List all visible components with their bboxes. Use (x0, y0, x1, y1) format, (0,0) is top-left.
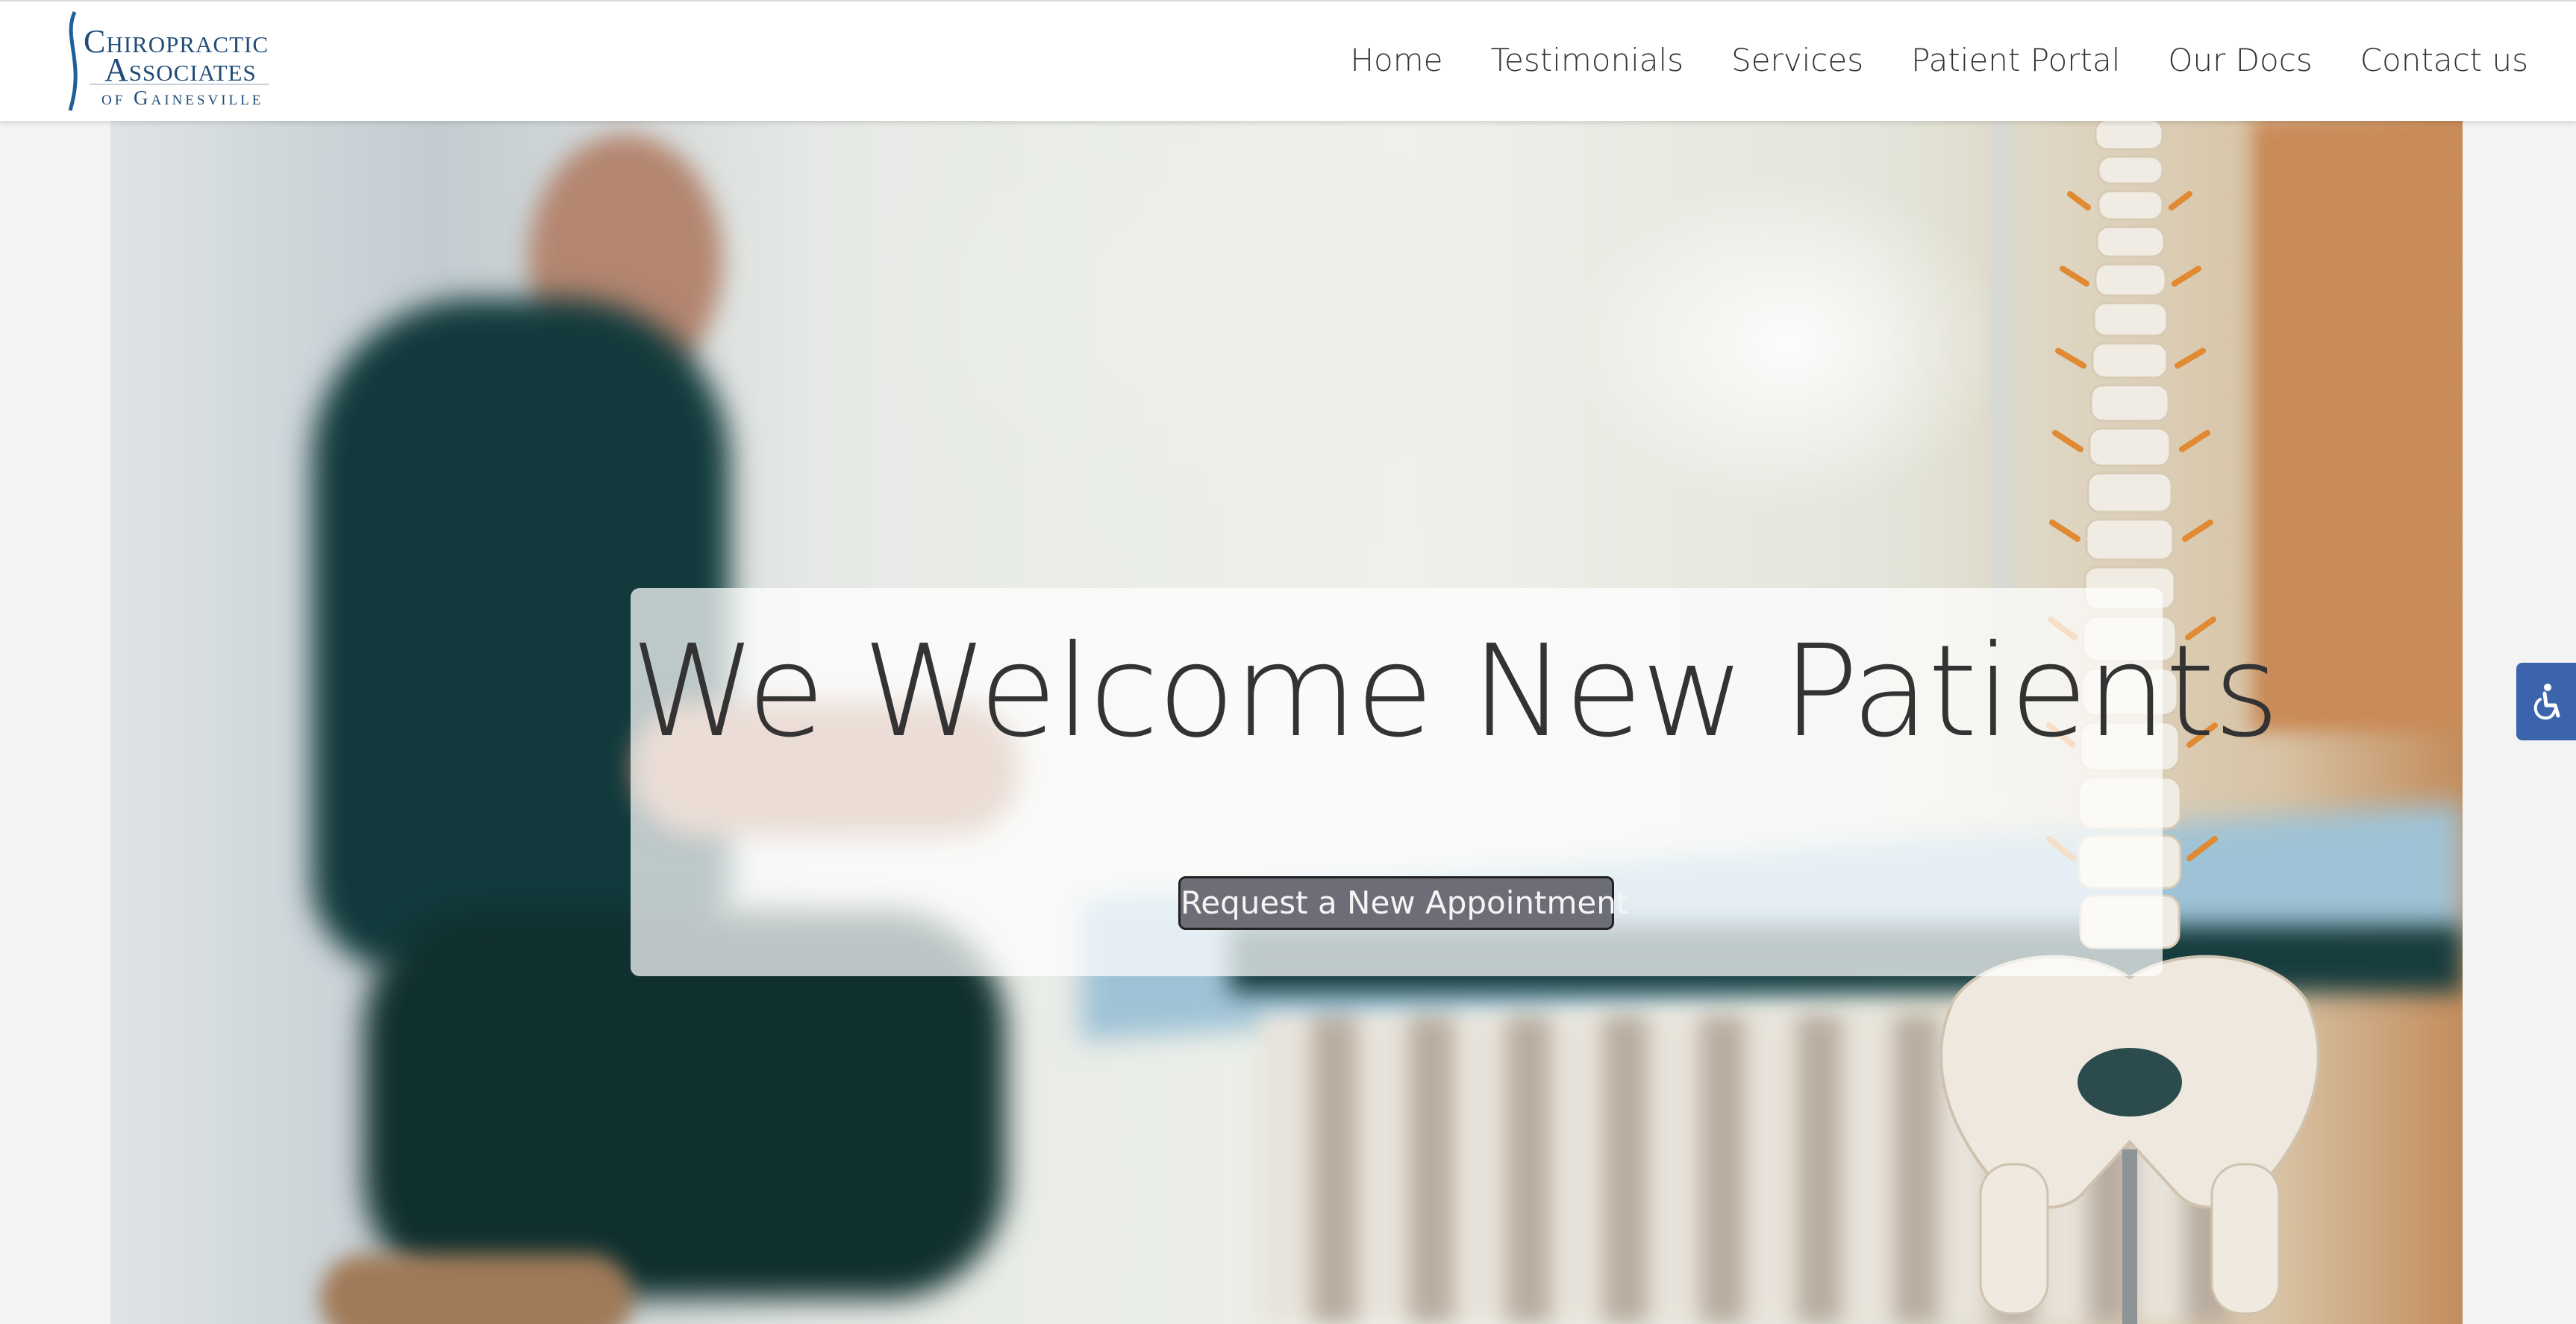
nav-our-docs[interactable]: Our Docs (2168, 42, 2312, 78)
logo-line-3: of Gainesville (101, 87, 264, 109)
nav-contact-us[interactable]: Contact us (2360, 42, 2528, 78)
hero-background-image: We Welcome New Patients Request a New Ap… (110, 119, 2463, 1324)
hero-stool (319, 1254, 633, 1324)
nav-patient-portal[interactable]: Patient Portal (1911, 42, 2120, 78)
logo-divider (90, 84, 269, 85)
request-appointment-button[interactable]: Request a New Appointment (1178, 876, 1628, 930)
nav-home[interactable]: Home (1350, 42, 1442, 78)
site-header: Chiropractic Associates of Gainesville H… (0, 0, 2576, 121)
nav-testimonials[interactable]: Testimonials (1490, 42, 1684, 78)
hero-heading: We Welcome New Patients (631, 618, 2280, 766)
main-navigation: Home Testimonials Services Patient Porta… (1350, 42, 2528, 78)
site-logo[interactable]: Chiropractic Associates of Gainesville (60, 9, 284, 113)
accessibility-icon (2533, 684, 2560, 720)
nav-services[interactable]: Services (1731, 42, 1863, 78)
accessibility-widget-button[interactable] (2516, 663, 2576, 740)
hero-welcome-panel: We Welcome New Patients Request a New Ap… (631, 588, 2280, 976)
